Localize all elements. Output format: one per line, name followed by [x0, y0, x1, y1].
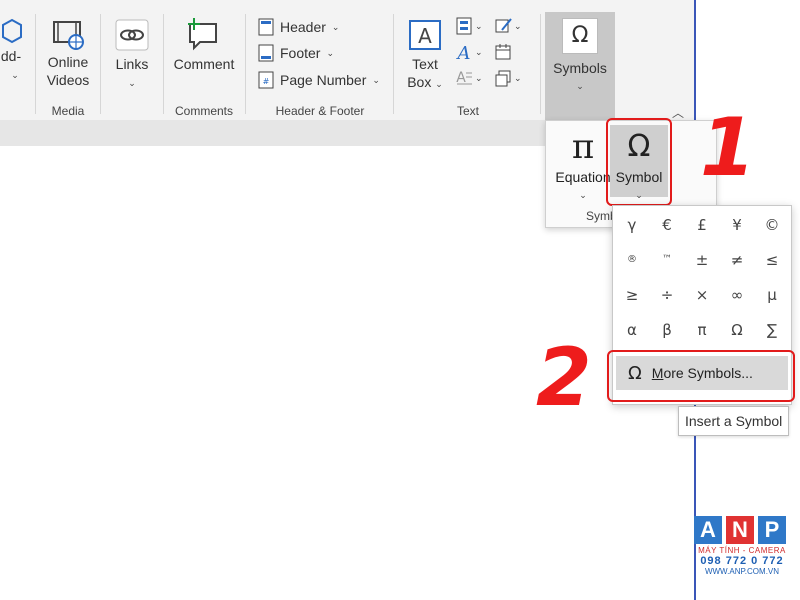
watermark-letter: P [758, 516, 786, 544]
chevron-down-icon: ⌄ [372, 74, 380, 85]
links-button[interactable]: Links ⌄ [110, 18, 154, 89]
page-number-button[interactable]: # Page Number ⌄ [258, 71, 380, 89]
group-separator [163, 14, 164, 114]
highlight-more-symbols [607, 350, 795, 402]
comment-icon [188, 18, 217, 51]
ribbon: dd- ⌄ Online Videos Media Links ⌄ Commen… [0, 0, 694, 121]
group-separator [245, 14, 246, 114]
symbols-button[interactable]: Ω Symbols ⌄ [545, 12, 615, 120]
wordart-button[interactable]: A ⌄ [455, 42, 483, 62]
symbol-cell[interactable]: £ [685, 208, 719, 242]
symbol-cell[interactable]: π [685, 313, 719, 347]
watermark-url: WWW.ANP.COM.VN [704, 567, 780, 576]
watermark-letter: N [726, 516, 754, 544]
svg-text:A: A [456, 43, 471, 62]
svg-text:A: A [418, 24, 432, 48]
signature-line-button[interactable]: ⌄ [494, 16, 522, 36]
symbol-cell[interactable]: ™ [650, 243, 684, 277]
media-group-label: Media [51, 104, 85, 118]
equation-label: Equation [555, 169, 611, 185]
links-chevron: ⌄ [128, 78, 136, 88]
symbol-cell[interactable]: Ω [720, 313, 754, 347]
online-videos-label-2: Videos [46, 72, 90, 88]
comments-group-label: Comments [174, 104, 233, 118]
text-box-button[interactable]: A Text Box ⌄ [402, 18, 448, 93]
watermark-subtitle: MÁY TÍNH - CAMERA [698, 546, 786, 555]
comment-label: Comment [173, 56, 235, 72]
symbol-cell[interactable]: γ [615, 208, 649, 242]
drop-cap-button[interactable]: A ⌄ [455, 68, 482, 88]
watermark-letter: A [694, 516, 722, 544]
symbol-cell[interactable]: € [650, 208, 684, 242]
add-ins-icon [2, 18, 22, 44]
header-icon [258, 18, 274, 36]
wordart-icon: A [456, 43, 471, 62]
symbol-cell[interactable]: ∞ [720, 278, 754, 312]
symbol-cell[interactable]: ÷ [650, 278, 684, 312]
svg-text:#: # [263, 77, 270, 86]
pi-icon: π [571, 127, 595, 167]
object-icon [495, 70, 511, 87]
object-button[interactable]: ⌄ [494, 68, 522, 88]
step-two-label: 2 [536, 331, 592, 424]
links-label: Links [115, 56, 149, 72]
collapse-ribbon-icon[interactable]: ︿ [672, 104, 684, 121]
date-time-button [494, 42, 512, 67]
symbol-cell[interactable]: ® [615, 243, 649, 277]
online-videos-button[interactable]: Online Videos [42, 18, 94, 89]
text-box-label-1: Text [412, 56, 438, 72]
page-number-label: Page Number [280, 72, 367, 88]
header-footer-group-label: Header & Footer [275, 104, 365, 118]
add-ins-button[interactable]: dd- ⌄ [0, 18, 30, 81]
comment-button[interactable]: Comment [170, 16, 238, 73]
drop-cap-icon: A [456, 70, 472, 86]
footer-icon [258, 44, 274, 62]
quick-parts-button[interactable]: ⌄ [455, 16, 483, 36]
calendar-icon [495, 44, 511, 60]
tooltip: Insert a Symbol [678, 406, 790, 436]
header-label: Header [280, 19, 326, 35]
text-box-label-2: Box ⌄ [407, 74, 443, 90]
video-icon [53, 21, 84, 50]
symbol-cell[interactable]: ¥ [720, 208, 754, 242]
anp-watermark: A N P MÁY TÍNH - CAMERA 098 772 0 772 WW… [694, 516, 790, 576]
chevron-down-icon: ⌄ [326, 47, 335, 58]
online-videos-label-1: Online [47, 54, 89, 70]
signature-icon [495, 18, 512, 33]
symbol-cell[interactable]: β [650, 313, 684, 347]
equation-button[interactable]: π Equation ⌄ [552, 125, 614, 201]
add-ins-label: dd- [0, 48, 22, 64]
chevron-down-icon: ⌄ [576, 81, 584, 91]
text-group-label: Text [456, 104, 479, 118]
chevron-down-icon: ⌄ [331, 21, 340, 32]
add-ins-chevron: ⌄ [11, 70, 19, 80]
quick-parts-icon [456, 17, 472, 35]
symbol-cell[interactable]: ± [685, 243, 719, 277]
symbol-cell[interactable]: µ [755, 278, 789, 312]
highlight-symbol-button [606, 118, 672, 206]
group-separator [540, 14, 541, 114]
page-number-icon: # [258, 71, 274, 89]
symbol-cell[interactable]: α [615, 313, 649, 347]
symbol-cell[interactable]: × [685, 278, 719, 312]
omega-icon: Ω [562, 18, 598, 54]
link-icon [115, 19, 149, 51]
footer-button[interactable]: Footer ⌄ [258, 44, 334, 62]
symbols-label: Symbols [553, 60, 607, 76]
symbol-cell[interactable]: © [755, 208, 789, 242]
chevron-down-icon: ⌄ [579, 190, 587, 200]
group-separator [100, 14, 101, 114]
symbol-cell[interactable]: ≠ [720, 243, 754, 277]
footer-label: Footer [280, 45, 321, 61]
watermark-phone: 098 772 0 772 [700, 555, 784, 567]
symbol-cell[interactable]: ∑ [755, 313, 789, 347]
symbol-cell[interactable]: ≤ [755, 243, 789, 277]
symbol-cell[interactable]: ≥ [615, 278, 649, 312]
text-box-icon: A [409, 20, 441, 50]
header-button[interactable]: Header ⌄ [258, 18, 339, 36]
group-separator [393, 14, 394, 114]
step-one-label: 1 [700, 101, 756, 194]
group-separator [35, 14, 36, 114]
